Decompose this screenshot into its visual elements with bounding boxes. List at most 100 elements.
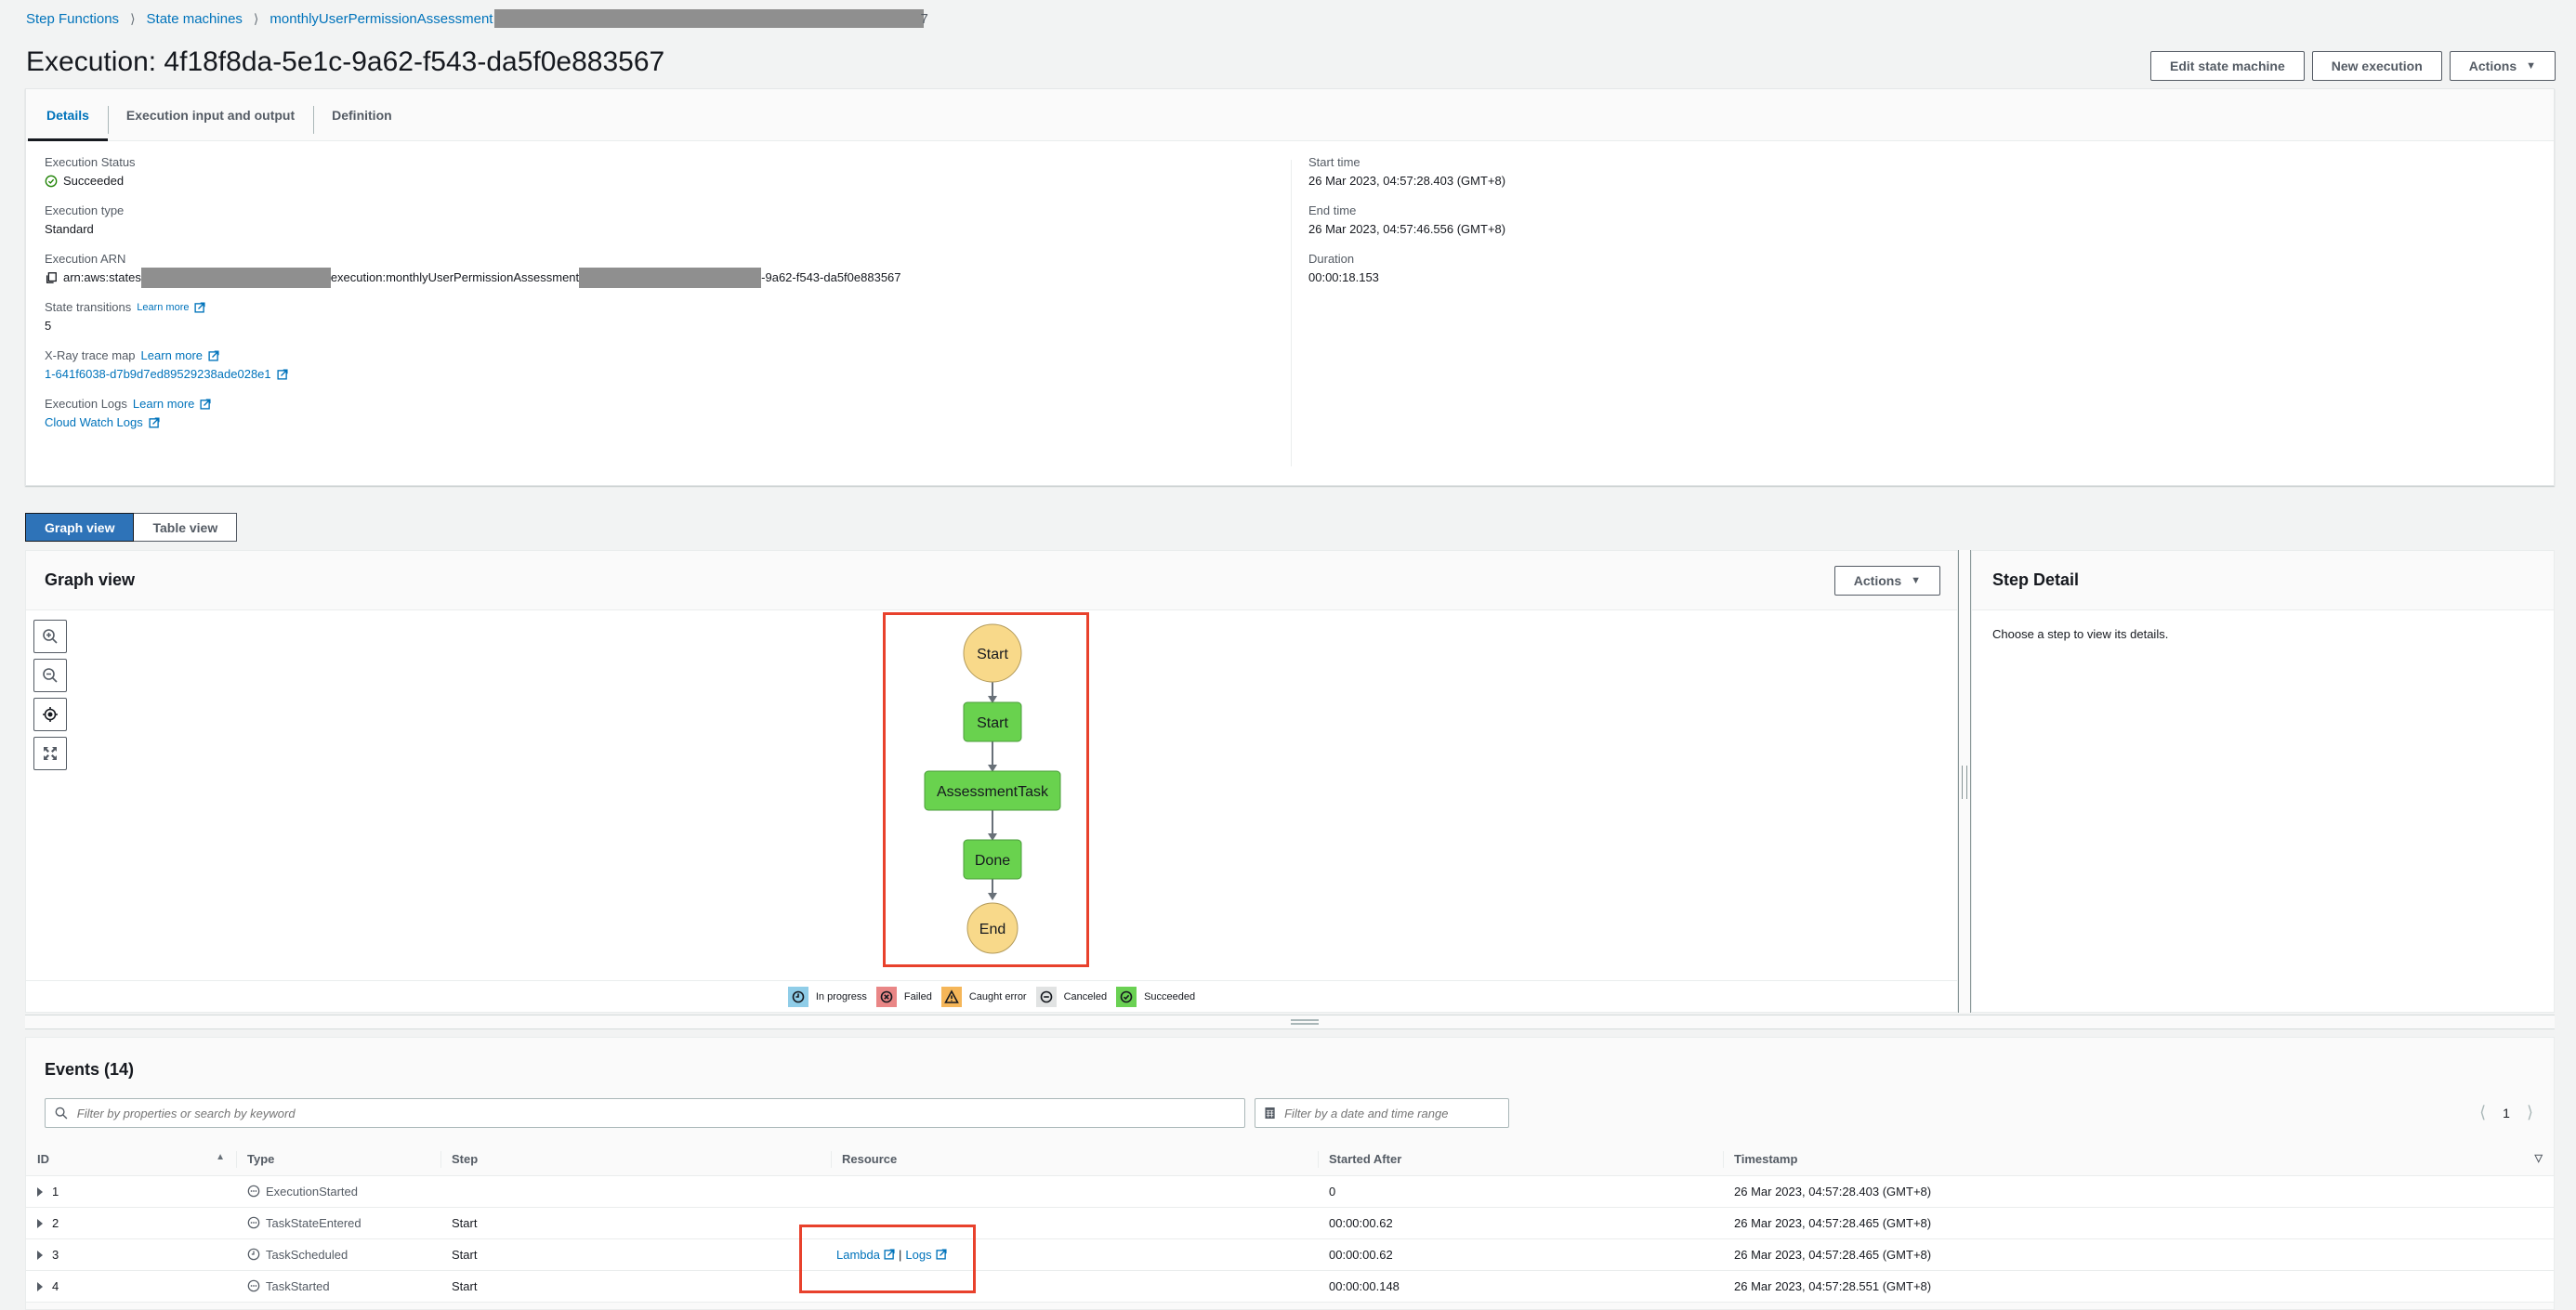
breadcrumb-step-functions[interactable]: Step Functions	[26, 11, 119, 27]
table-row[interactable]: 2 TaskStateEntered Start 00:00:00.62 26 Mar …	[26, 1207, 2554, 1239]
column-settings-icon[interactable]: ▽	[2535, 1152, 2543, 1164]
center-graph-button[interactable]	[33, 698, 67, 731]
more-circle-icon	[247, 1279, 260, 1292]
events-resize-handle[interactable]	[25, 1015, 2555, 1029]
graph-node-done[interactable]: Done	[963, 839, 1022, 880]
table-row[interactable]: 4 TaskStarted Start 00:00:00.148 26 Mar 2023…	[26, 1270, 2554, 1303]
state-machine-graph: Start Start AssessmentTask Done End	[924, 623, 1061, 954]
sort-ascending-icon[interactable]: ▲	[216, 1152, 225, 1162]
panel-resize-handle[interactable]	[1958, 550, 1971, 1013]
xray-learn-more-link[interactable]: Learn more	[141, 347, 203, 364]
legend-label: Caught error	[968, 990, 1027, 1002]
event-timestamp-cell: 26 Mar 2023, 04:57:28.465 (GMT+8)	[1723, 1238, 2554, 1271]
zoom-out-button[interactable]	[33, 659, 67, 692]
step-detail-title: Step Detail	[1992, 570, 2080, 589]
external-link-icon[interactable]	[884, 1249, 895, 1260]
chevron-right-icon: ⟩	[253, 10, 259, 26]
graph-edge	[988, 740, 997, 772]
state-transitions-value: 5	[45, 319, 52, 333]
table-row[interactable]: 1 ExecutionStarted 0 26 Mar 2023, 04:57:28.…	[26, 1175, 2554, 1208]
cloudwatch-logs-link[interactable]: Cloud Watch Logs	[45, 413, 143, 433]
external-link-icon[interactable]	[277, 369, 288, 380]
breadcrumb: Step Functions ⟩ State machines ⟩ monthl…	[26, 9, 928, 28]
execution-details-panel: Details Execution input and output Defin…	[25, 88, 2555, 486]
view-toggle: Graph view Table view	[25, 513, 238, 542]
current-page[interactable]: 1	[2503, 1106, 2510, 1120]
start-time-value: 26 Mar 2023, 04:57:28.403 (GMT+8)	[1308, 174, 1506, 188]
duration-value: 00:00:18.153	[1308, 270, 1379, 284]
graph-actions-button[interactable]: Actions ▼	[1833, 565, 1940, 596]
legend-swatch	[787, 986, 808, 1007]
external-link-icon[interactable]	[149, 417, 160, 428]
lambda-link[interactable]: Lambda	[836, 1248, 880, 1262]
external-link-icon[interactable]	[200, 399, 211, 410]
date-range-filter[interactable]	[1255, 1098, 1509, 1128]
breadcrumb-state-machines[interactable]: State machines	[147, 11, 243, 27]
execution-logs-learn-more-link[interactable]: Learn more	[133, 396, 194, 413]
arn-suffix: -9a62-f543-da5f0e883567	[761, 270, 901, 284]
header-actions: Edit state machine New execution Actions…	[2150, 51, 2556, 81]
caret-down-icon: ▼	[1911, 574, 1921, 586]
tab-details[interactable]: Details	[28, 89, 108, 141]
start-time-label: Start time	[1308, 155, 1360, 169]
table-header-row: ID ▲ Type Step Resource Started After Tim…	[26, 1144, 2554, 1176]
column-header-type[interactable]: Type	[236, 1144, 440, 1176]
graph-node-start[interactable]: Start	[963, 623, 1022, 683]
graph-node-start[interactable]: Start	[963, 701, 1022, 742]
expand-row-icon[interactable]	[37, 1219, 43, 1229]
column-divider	[1291, 160, 1292, 466]
column-header-started-after[interactable]: Started After	[1318, 1144, 1723, 1176]
graph-node-end[interactable]: End	[966, 902, 1019, 954]
state-transitions-learn-more-link[interactable]: Learn more	[137, 299, 189, 316]
expand-icon	[44, 747, 57, 760]
fit-to-screen-button[interactable]	[33, 737, 67, 770]
event-type-cell: ExecutionStarted	[236, 1175, 440, 1208]
crosshair-icon	[43, 707, 58, 722]
external-link-icon[interactable]	[936, 1249, 947, 1260]
tab-execution-input-output[interactable]: Execution input and output	[107, 89, 313, 140]
expand-row-icon[interactable]	[37, 1282, 43, 1292]
events-search-input[interactable]	[74, 1105, 1244, 1121]
events-search-field[interactable]	[45, 1098, 1245, 1128]
table-row[interactable]: 3 TaskScheduled Start Lambda | Logs 00:00:00.6…	[26, 1238, 2554, 1271]
execution-type-field: Execution type Standard	[45, 203, 1299, 240]
column-header-timestamp[interactable]: Timestamp ▽	[1723, 1144, 2554, 1176]
graph-node-assessmenttask[interactable]: AssessmentTask	[924, 770, 1061, 811]
column-header-resource[interactable]: Resource	[831, 1144, 1318, 1176]
expand-row-icon[interactable]	[37, 1187, 43, 1198]
redaction-block	[579, 268, 762, 288]
step-detail-placeholder: Choose a step to view its details.	[1992, 627, 2169, 641]
zoom-in-button[interactable]	[33, 620, 67, 653]
zoom-in-icon	[43, 629, 58, 644]
next-page-button[interactable]: ⟩	[2527, 1103, 2533, 1122]
logs-link[interactable]: Logs	[905, 1248, 931, 1262]
prev-page-button[interactable]: ⟨	[2479, 1103, 2486, 1122]
check-circle-icon	[45, 175, 58, 188]
actions-dropdown-button[interactable]: Actions ▼	[2449, 51, 2556, 81]
start-time-field: Start time 26 Mar 2023, 04:57:28.403 (GM…	[1308, 154, 1505, 191]
event-resource-cell	[831, 1175, 1318, 1208]
legend-label: Failed	[903, 990, 932, 1002]
event-resource-cell	[831, 1207, 1318, 1239]
edit-state-machine-button[interactable]: Edit state machine	[2150, 51, 2305, 81]
column-header-id[interactable]: ID ▲	[26, 1144, 236, 1176]
end-time-label: End time	[1308, 203, 1357, 217]
execution-status-field: Execution Status Succeeded	[45, 154, 1299, 191]
search-icon	[55, 1107, 68, 1120]
breadcrumb-state-machine[interactable]: monthlyUserPermissionAssessment	[269, 11, 493, 27]
graph-view-toggle[interactable]: Graph view	[25, 513, 135, 542]
copy-icon[interactable]	[45, 271, 58, 284]
event-step-cell: Start	[440, 1238, 831, 1271]
external-link-icon[interactable]	[208, 350, 219, 361]
date-range-input[interactable]	[1282, 1105, 1508, 1121]
column-header-step[interactable]: Step	[440, 1144, 831, 1176]
tab-definition[interactable]: Definition	[313, 89, 411, 140]
new-execution-button[interactable]: New execution	[2311, 51, 2442, 81]
legend-swatch	[875, 986, 897, 1007]
graph-canvas[interactable]: Start Start AssessmentTask Done End	[26, 610, 1957, 978]
table-view-toggle[interactable]: Table view	[134, 513, 238, 542]
xray-trace-link[interactable]: 1-641f6038-d7b9d7ed89529238ade028e1	[45, 364, 271, 385]
expand-row-icon[interactable]	[37, 1251, 43, 1261]
external-link-icon[interactable]	[194, 302, 206, 313]
pagination: ⟨ 1 ⟩	[2479, 1103, 2533, 1122]
